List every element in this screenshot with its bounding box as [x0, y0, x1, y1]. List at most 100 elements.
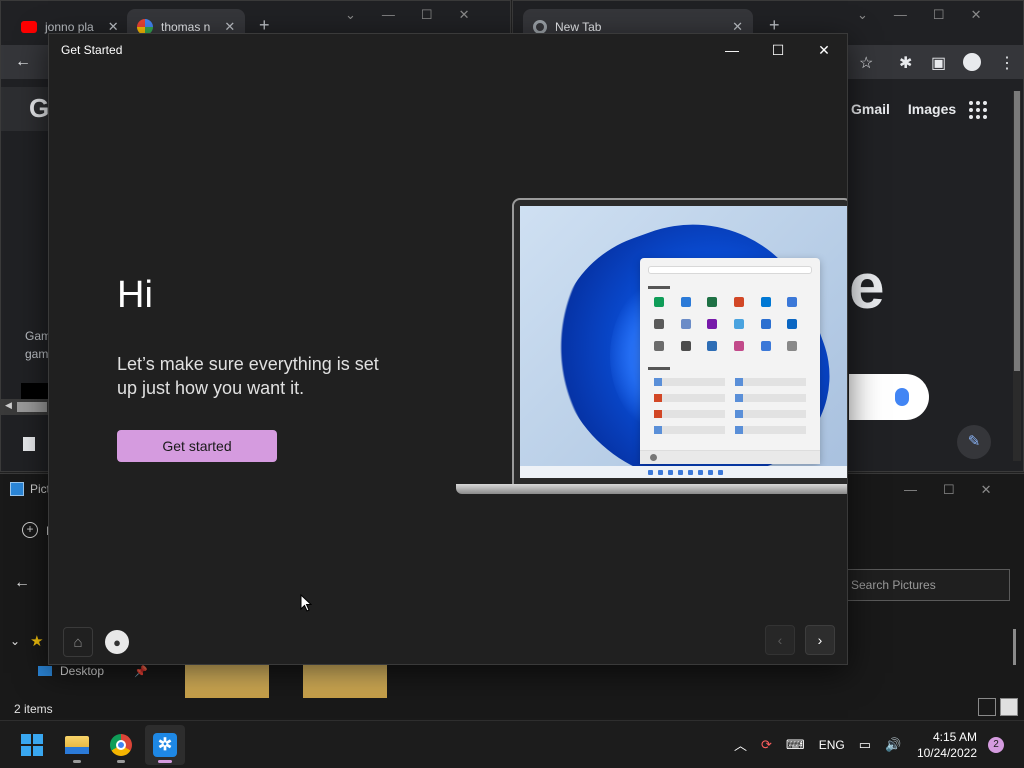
- chevron-down-icon[interactable]: ⌄: [857, 7, 868, 23]
- close-icon[interactable]: ✕: [801, 34, 847, 66]
- tab-title: jonno pla: [45, 20, 94, 34]
- right-window-controls: ⌄ — ☐ ✕: [857, 7, 981, 23]
- clock-time: 4:15 AM: [932, 730, 977, 744]
- images-link[interactable]: Images: [908, 101, 956, 117]
- sync-icon[interactable]: ⟳: [761, 737, 772, 753]
- laptop-screen: [520, 206, 847, 478]
- close-icon[interactable]: ✕: [981, 482, 992, 498]
- running-indicator: [117, 760, 125, 763]
- pinned-label: [648, 286, 670, 289]
- back-arrow-icon[interactable]: ←: [14, 574, 30, 592]
- chrome-icon: [110, 734, 132, 756]
- home-icon[interactable]: ⌂: [63, 627, 93, 657]
- clock-date: 10/24/2022: [916, 746, 977, 760]
- maximize-icon[interactable]: ☐: [943, 482, 955, 498]
- pictures-folder-icon: [10, 482, 24, 496]
- volume-icon[interactable]: 🔊: [885, 737, 901, 753]
- scroll-thumb[interactable]: [1014, 91, 1020, 371]
- google-logo-fragment: e: [849, 250, 885, 322]
- extensions-icon[interactable]: ✱: [899, 53, 912, 73]
- quick-access-row[interactable]: ⌄ ★: [10, 632, 44, 650]
- taskbar-get-started[interactable]: ✲: [145, 725, 185, 765]
- laptop-base: [456, 484, 847, 494]
- minimize-icon[interactable]: —: [894, 7, 907, 23]
- running-indicator: [73, 760, 81, 763]
- keyboard-icon[interactable]: ⌨: [786, 737, 805, 753]
- laptop-illustration: [456, 198, 847, 498]
- clock[interactable]: 4:15 AM 10/24/2022: [917, 729, 977, 761]
- pinned-apps-grid: [648, 297, 812, 351]
- thumbnail[interactable]: [21, 383, 49, 399]
- maximize-icon[interactable]: ☐: [933, 7, 945, 23]
- chevron-up-icon[interactable]: ︿: [734, 735, 747, 754]
- left-window-controls: ⌄ — ☐ ✕: [345, 7, 469, 23]
- minimize-icon[interactable]: —: [709, 34, 755, 66]
- minimize-icon[interactable]: —: [382, 7, 395, 23]
- more-menu-icon[interactable]: ⋮: [999, 53, 1015, 73]
- page-title: Hi: [117, 274, 153, 316]
- vertical-scrollbar[interactable]: [1013, 629, 1016, 665]
- back-arrow-icon[interactable]: ←: [15, 53, 31, 71]
- recommended-list: [648, 378, 812, 434]
- laptop-lid: [512, 198, 847, 486]
- user-account-icon[interactable]: ●: [105, 630, 129, 654]
- start-button[interactable]: [12, 725, 52, 765]
- explorer-status-bar: 2 items: [0, 698, 1024, 720]
- system-tray: ︿ ⟳ ⌨ ENG ▭ 🔊: [734, 735, 901, 754]
- google-top-links: Gmail Images: [851, 101, 956, 117]
- pin-icon: 📌: [134, 665, 148, 678]
- dialog-titlebar[interactable]: Get Started — ☐ ✕: [49, 34, 847, 66]
- gmail-link[interactable]: Gmail: [851, 101, 890, 117]
- close-icon[interactable]: ✕: [971, 7, 982, 23]
- taskbar-file-explorer[interactable]: [57, 725, 97, 765]
- running-indicator: [158, 760, 172, 763]
- get-started-button[interactable]: Get started: [117, 430, 277, 462]
- notification-badge[interactable]: 2: [988, 737, 1004, 753]
- search-box[interactable]: [849, 374, 929, 420]
- recommended-label: [648, 367, 670, 370]
- start-menu-footer: [640, 450, 820, 464]
- details-view-icon[interactable]: [978, 698, 996, 716]
- scroll-left-icon[interactable]: ◀: [5, 400, 12, 411]
- tab-title: thomas n: [161, 20, 211, 34]
- sidebar-item-label: Desktop: [60, 664, 105, 678]
- explorer-window-controls: — ☐ ✕: [904, 482, 992, 498]
- maximize-icon[interactable]: ☐: [421, 7, 433, 23]
- vertical-scrollbar[interactable]: [1013, 91, 1021, 461]
- next-button[interactable]: ›: [805, 625, 835, 655]
- scroll-thumb[interactable]: [17, 402, 47, 412]
- chevron-down-icon[interactable]: ⌄: [10, 634, 20, 648]
- sidebar-item-desktop[interactable]: Desktop 📌: [38, 664, 148, 678]
- youtube-icon: [21, 21, 37, 33]
- maximize-icon[interactable]: ☐: [755, 34, 801, 66]
- microphone-icon[interactable]: [895, 388, 909, 406]
- network-icon[interactable]: ▭: [859, 737, 871, 753]
- customize-pencil-icon[interactable]: ✎: [957, 425, 991, 459]
- search-pictures-input[interactable]: Search Pictures: [840, 569, 1010, 601]
- chevron-down-icon[interactable]: ⌄: [345, 7, 356, 23]
- previous-button[interactable]: ‹: [765, 625, 795, 655]
- explorer-title-text: Pict: [30, 482, 51, 496]
- close-icon[interactable]: ✕: [459, 7, 470, 23]
- explorer-title: Pict: [10, 482, 50, 496]
- taskbar: ✲ ︿ ⟳ ⌨ ENG ▭ 🔊 4:15 AM 10/24/2022 2: [0, 720, 1024, 768]
- folder-thumbnail[interactable]: [303, 664, 387, 698]
- dialog-window-controls: — ☐ ✕: [709, 34, 847, 66]
- window-title: Get Started: [61, 43, 123, 57]
- laptop-taskbar: [520, 466, 847, 478]
- star-icon: ★: [30, 633, 44, 650]
- folder-thumbnail[interactable]: [185, 664, 269, 698]
- profile-icon[interactable]: [963, 53, 981, 71]
- start-menu-preview: [640, 258, 820, 464]
- apps-grid-icon[interactable]: [969, 101, 987, 119]
- tiles-view-icon[interactable]: [1000, 698, 1018, 716]
- document-icon[interactable]: [23, 437, 35, 451]
- minimize-icon[interactable]: —: [904, 482, 917, 498]
- star-icon[interactable]: ☆: [859, 53, 873, 73]
- language-indicator[interactable]: ENG: [819, 738, 845, 752]
- new-item-icon[interactable]: +: [22, 522, 38, 538]
- taskbar-chrome[interactable]: [101, 725, 141, 765]
- side-panel-icon[interactable]: ▣: [931, 53, 946, 73]
- horizontal-scrollbar[interactable]: ◀: [1, 399, 49, 415]
- google-search-bar[interactable]: G: [1, 87, 51, 131]
